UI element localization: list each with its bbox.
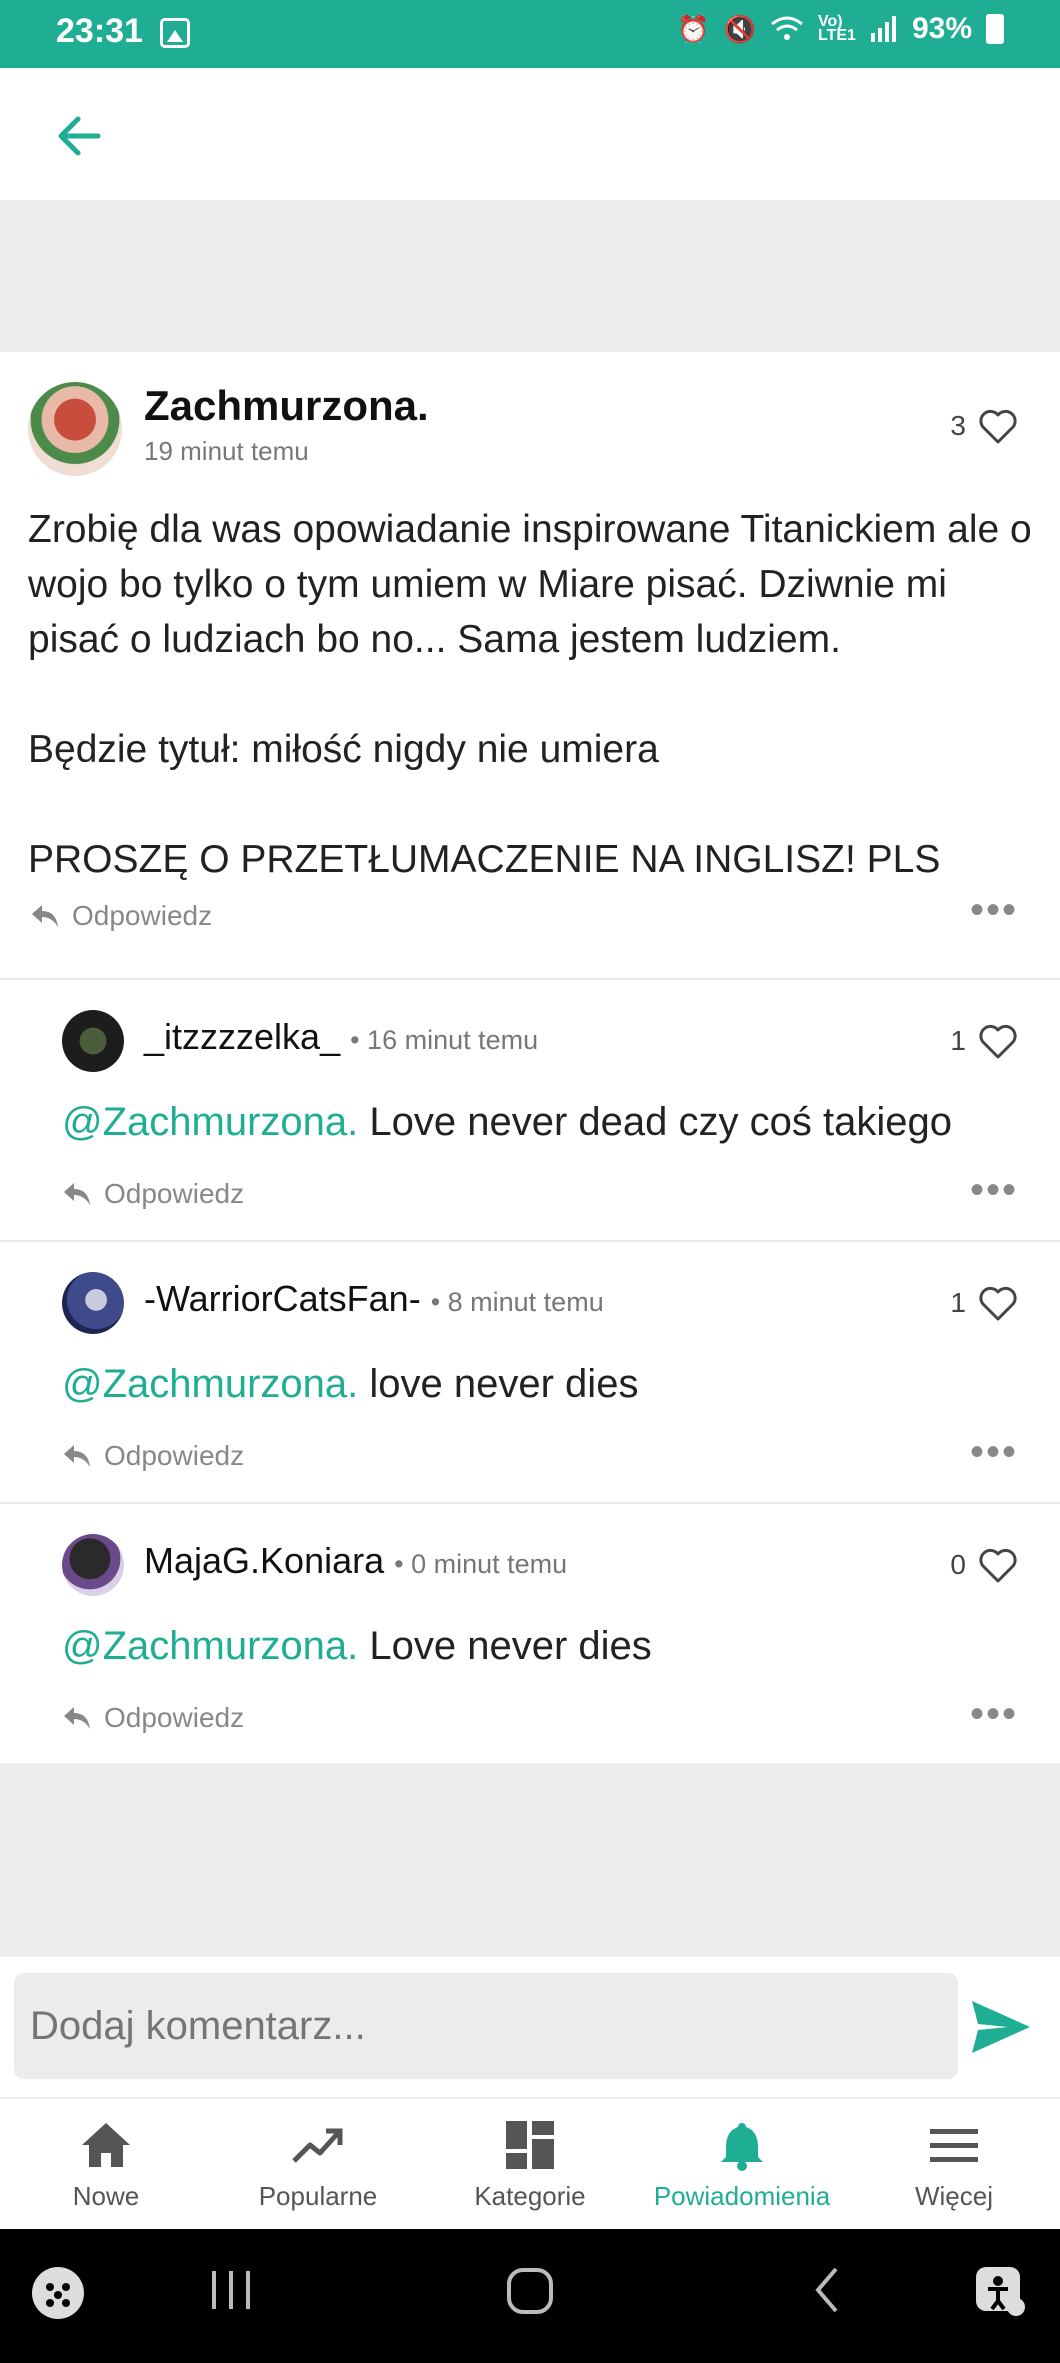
reply-icon <box>32 905 58 927</box>
comment-header: MajaG.Koniara • 0 minut temu <box>144 1540 567 1582</box>
comment-time: • 16 minut temu <box>350 1025 539 1055</box>
grid-icon <box>506 2121 554 2169</box>
comment-input[interactable] <box>14 1973 958 2079</box>
more-options-icon[interactable]: ••• <box>970 1692 1018 1737</box>
alarm-icon: ⏰ <box>677 13 710 44</box>
banner-area <box>0 200 1060 352</box>
menu-icon <box>930 2129 978 2162</box>
like-count: 1 <box>950 1025 966 1056</box>
reply-button[interactable]: Odpowiedz <box>62 1440 244 1472</box>
comment: _itzzzzelka_ • 16 minut temu 1 @Zachmurz… <box>0 978 1060 1240</box>
nav-label: Popularne <box>258 2181 378 2211</box>
like-count: 1 <box>950 1287 966 1318</box>
mute-icon: 🔇 <box>723 13 757 44</box>
reply-label: Odpowiedz <box>104 1178 245 1209</box>
reply-label: Odpowiedz <box>72 900 213 931</box>
nav-item-powiadomienia[interactable]: Powiadomienia <box>636 2099 848 2229</box>
comment-text: @Zachmurzona. Love never dies <box>62 1624 652 1669</box>
reply-label: Odpowiedz <box>104 1440 245 1471</box>
status-bar: 23:31 ⏰ 🔇 Vo) LTE1 93% <box>0 0 1060 68</box>
nav-item-nowe[interactable]: Nowe <box>0 2099 212 2229</box>
status-time: 23:31 <box>56 12 143 50</box>
comment-time: • 8 minut temu <box>430 1287 604 1317</box>
home-button-icon[interactable] <box>504 2265 556 2317</box>
comment-text: @Zachmurzona. love never dies <box>62 1362 638 1407</box>
game-launcher-icon[interactable] <box>30 2265 86 2321</box>
comment-author[interactable]: _itzzzzelka_ <box>144 1016 340 1058</box>
nav-label: Kategorie <box>474 2181 586 2211</box>
signal-icon <box>870 16 896 42</box>
nav-label: Powiadomienia <box>653 2181 831 2211</box>
bottom-nav: Nowe Popularne Kategorie Powiadomienia W… <box>0 2099 1060 2229</box>
comment-body: love never dies <box>358 1362 639 1406</box>
comment-author[interactable]: -WarriorCatsFan- <box>144 1278 421 1320</box>
heart-icon <box>979 1548 1017 1583</box>
like-button[interactable]: 1 <box>950 1284 1018 1322</box>
bell-icon <box>721 2123 763 2171</box>
reply-button[interactable]: Odpowiedz <box>62 1702 244 1734</box>
post-card: Zachmurzona. 19 minut temu 3 Zrobię dla … <box>0 352 1060 1764</box>
empty-area <box>0 1763 1060 1957</box>
recent-apps-icon[interactable] <box>208 2265 254 2315</box>
reply-button[interactable]: Odpowiedz <box>62 1178 244 1210</box>
like-count: 3 <box>950 410 966 441</box>
nav-label: Nowe <box>72 2181 140 2211</box>
battery-icon <box>986 14 1004 44</box>
mention-link[interactable]: @Zachmurzona. <box>62 1624 358 1668</box>
comment-time: • 0 minut temu <box>394 1549 568 1579</box>
send-icon[interactable] <box>968 1997 1034 2057</box>
top-bar <box>0 68 1060 200</box>
more-options-icon[interactable]: ••• <box>970 1430 1018 1475</box>
avatar[interactable] <box>62 1272 124 1334</box>
comment-header: -WarriorCatsFan- • 8 minut temu <box>144 1278 604 1320</box>
heart-icon <box>979 1024 1017 1059</box>
volte-icon: Vo) LTE1 <box>818 13 856 44</box>
heart-icon <box>979 409 1017 444</box>
post-time: 19 minut temu <box>144 436 309 466</box>
avatar[interactable] <box>62 1534 124 1596</box>
comment-body: Love never dies <box>358 1624 652 1668</box>
comment-text: @Zachmurzona. Love never dead czy coś ta… <box>62 1100 952 1145</box>
like-count: 0 <box>950 1549 966 1580</box>
image-icon <box>160 18 190 48</box>
comment-header: _itzzzzelka_ • 16 minut temu <box>144 1016 538 1058</box>
system-nav-bar <box>0 2229 1060 2363</box>
reply-label: Odpowiedz <box>104 1702 245 1733</box>
like-button[interactable]: 0 <box>950 1546 1018 1584</box>
wifi-icon <box>771 16 803 40</box>
accessibility-icon[interactable] <box>972 2263 1028 2319</box>
reply-icon <box>64 1445 90 1467</box>
nav-item-popularne[interactable]: Popularne <box>212 2099 424 2229</box>
trending-icon <box>292 2128 343 2163</box>
home-icon <box>82 2123 130 2167</box>
arrow-left-icon[interactable] <box>50 106 110 166</box>
more-options-icon[interactable]: ••• <box>970 1168 1018 1213</box>
mention-link[interactable]: @Zachmurzona. <box>62 1100 358 1144</box>
comment-body: Love never dead czy coś takiego <box>358 1100 952 1144</box>
back-button-icon[interactable] <box>812 2265 842 2315</box>
comment: -WarriorCatsFan- • 8 minut temu 1 @Zachm… <box>0 1240 1060 1502</box>
more-options-icon[interactable]: ••• <box>970 888 1018 933</box>
avatar[interactable] <box>28 382 122 476</box>
reply-icon <box>64 1183 90 1205</box>
battery-percent: 93% <box>911 12 972 45</box>
status-icons: ⏰ 🔇 Vo) LTE1 93% <box>677 12 1004 46</box>
comment-composer <box>0 1957 1060 2099</box>
nav-item-wiecej[interactable]: Więcej <box>848 2099 1060 2229</box>
comment-author[interactable]: MajaG.Koniara <box>144 1540 384 1582</box>
like-button[interactable]: 1 <box>950 1022 1018 1060</box>
post-body: Zrobię dla was opowiadanie inspirowane T… <box>28 508 1032 881</box>
post-author[interactable]: Zachmurzona. <box>144 382 429 430</box>
avatar[interactable] <box>62 1010 124 1072</box>
reply-button[interactable]: Odpowiedz <box>30 900 212 932</box>
mention-link[interactable]: @Zachmurzona. <box>62 1362 358 1406</box>
reply-icon <box>64 1707 90 1729</box>
heart-icon <box>979 1286 1017 1321</box>
like-button[interactable]: 3 <box>950 407 1018 445</box>
nav-label: Więcej <box>914 2181 993 2211</box>
comment: MajaG.Koniara • 0 minut temu 0 @Zachmurz… <box>0 1502 1060 1764</box>
nav-item-kategorie[interactable]: Kategorie <box>424 2099 636 2229</box>
